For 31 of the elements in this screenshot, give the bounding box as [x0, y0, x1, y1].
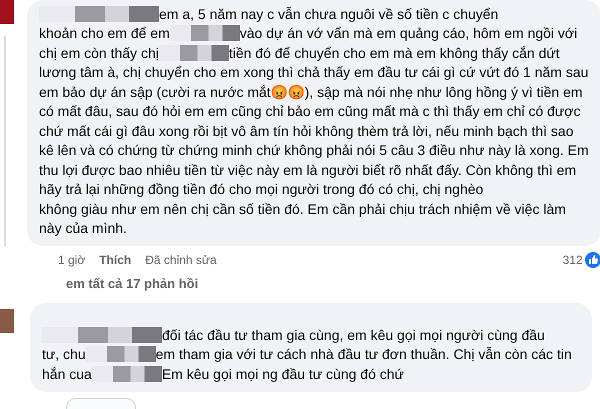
- comment-text: hãy trả lại những đồng tiền đó cho mọi người trong đó có chị, chị nghèo: [39, 181, 484, 198]
- comment-text: chứ mất cái gì đâu xong rồi bịt vô âm tín hỏi không thèm trả lời, nếu minh bạch thì sao: [39, 122, 574, 139]
- comment-text: em a, 5 năm nay c vẫn chưa nguôi về số tiền c chuyển: [159, 6, 498, 22]
- edited-label: Đã chỉnh sửa: [145, 253, 217, 267]
- view-replies-link[interactable]: em tất cả 17 phản hồi: [20, 268, 600, 291]
- comment-text: này của mình.: [39, 220, 127, 236]
- comment-text: có mất đâu, sau đó hỏi em em cũng chỉ bảo em cũng mất mà c thì thấy em chỉ có được: [39, 103, 580, 120]
- comment-text: chị em còn thấy chị: [39, 44, 159, 61]
- comment-text: hắn cua: [42, 366, 92, 382]
- comment-text: vào dự án vớ vẩn mà em quảng cáo, hôm em ngồi với: [240, 25, 578, 42]
- pixelated-text: [158, 44, 229, 61]
- comment-text: thu lợi được bao nhiêu tiền từ việc này em là người biết rõ nhất đấy. Còn không thì em: [39, 162, 576, 178]
- comment-text: lương tâm à, chị chuyển cho em xong thì chả thấy em đầu tư cái gì cứ vứt đó 1 năm sau: [39, 64, 588, 80]
- comment-text: không giàu như em nên chị cần số tiền đó. Em cần phải chịu trách nhiệm về việc làm: [39, 200, 566, 217]
- like-link[interactable]: Thích: [99, 253, 132, 267]
- pixelated-text: [170, 25, 240, 42]
- avatar[interactable]: [0, 309, 14, 333]
- pixelated-text: [86, 346, 156, 362]
- pixelated-text: [92, 366, 162, 382]
- thumbs-up-icon: [584, 252, 600, 268]
- comment-text: em bảo dự án sập (cười ra nước mắt😡😡), sập mà nói nhẹ như lông hồng ý vì tiền em: [39, 84, 583, 100]
- comment-text: tư, chu: [42, 346, 86, 362]
- reaction-count[interactable]: 312: [562, 253, 583, 267]
- avatar[interactable]: [0, 0, 14, 24]
- comment-text: em tham gia với tư cách nhà đầu tư đơn thuần. Chị vẫn còn các tin: [156, 346, 572, 362]
- comment-text: khoản cho em để em: [39, 25, 170, 42]
- timestamp[interactable]: 1 giờ: [58, 253, 86, 267]
- comment-text: Em kêu gọi mọi ng đầu tư cùng đó chứ: [162, 366, 404, 382]
- comment-text: kê lên và có chứng từ chứng minh chứ không phải nói 5 câu 3 điều như này là xong. Em: [39, 142, 589, 158]
- comment-text: tiền đó để chuyển cho em mà em không thấy cắn dứt: [228, 44, 560, 61]
- comment-text: đối tác đầu tư tham gia cùng, em kêu gọi mọi người cùng đầu: [162, 326, 545, 343]
